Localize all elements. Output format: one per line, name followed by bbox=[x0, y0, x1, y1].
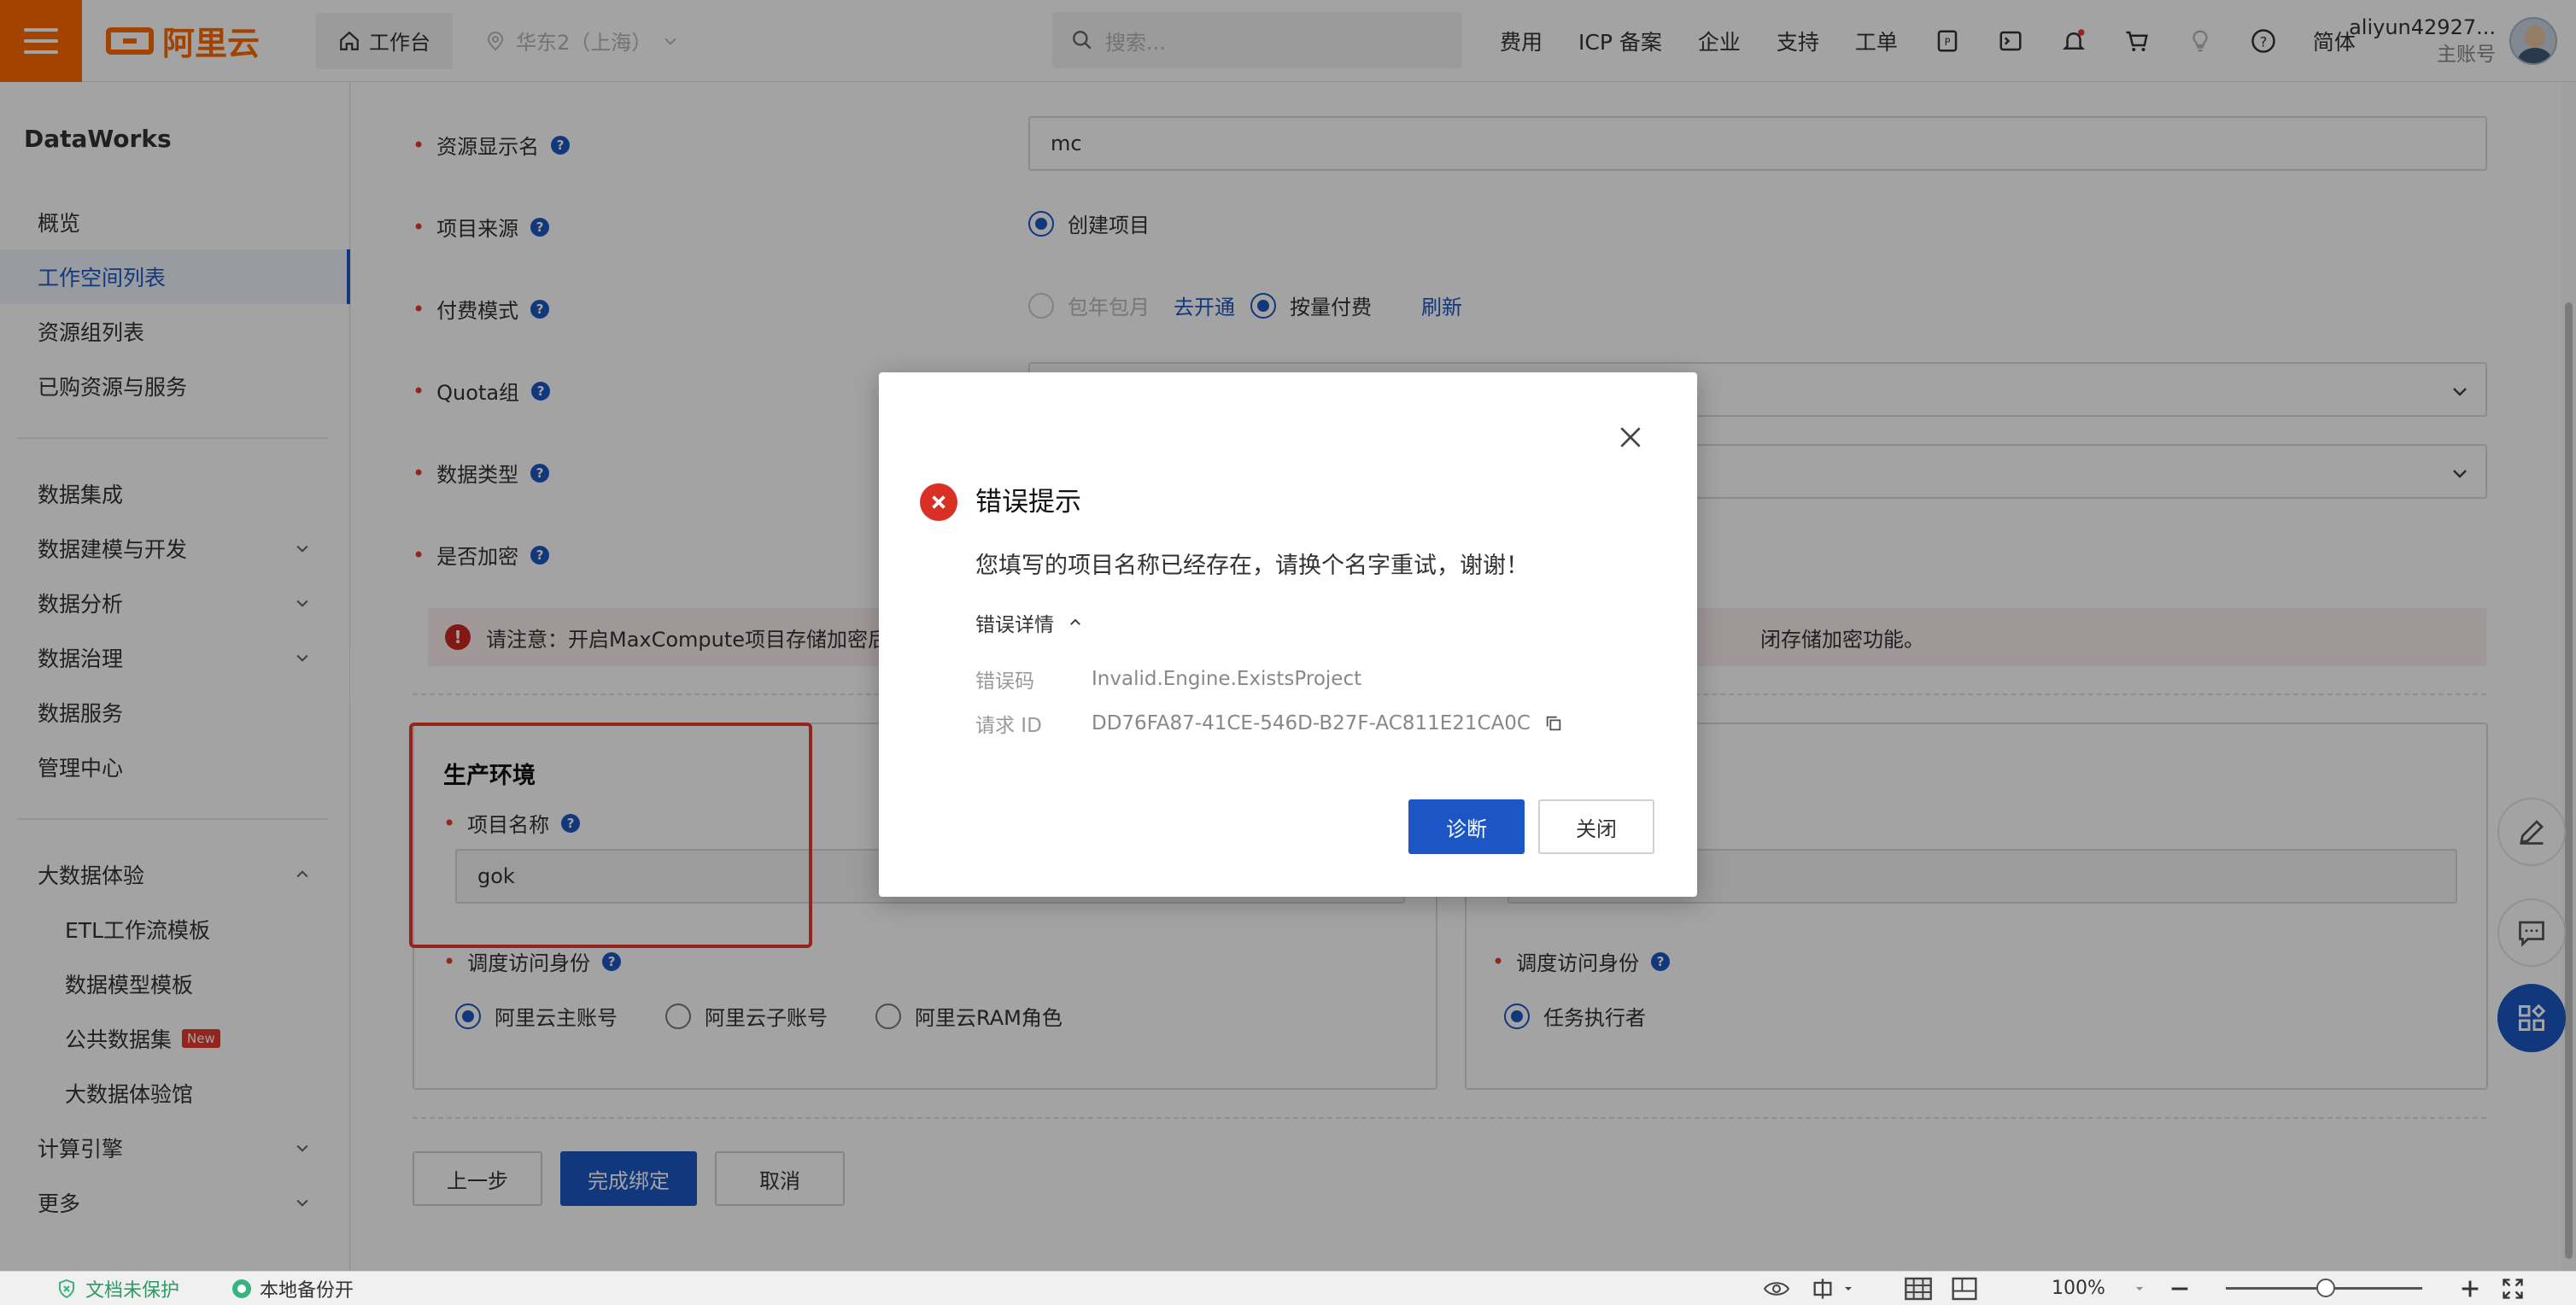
error-detail-toggle[interactable]: 错误详情 bbox=[975, 608, 1083, 637]
backup-status[interactable]: 本地备份开 bbox=[232, 1275, 354, 1302]
error-code-row: 错误码 Invalid.Engine.ExistsProject bbox=[975, 664, 1361, 693]
chevron-up-icon bbox=[1070, 618, 1080, 625]
zoom-slider-knob[interactable] bbox=[2316, 1279, 2335, 1297]
zoom-level[interactable]: 100% bbox=[2052, 1278, 2145, 1299]
error-code-label: 错误码 bbox=[975, 670, 1034, 693]
status-bar: 文档未保护 本地备份开 100% bbox=[0, 1271, 2576, 1305]
dialog-close-text-button[interactable]: 关闭 bbox=[1538, 799, 1654, 854]
dialog-close-button[interactable] bbox=[1613, 420, 1648, 454]
request-id-value: DD76FA87-41CE-546D-B27F-AC811E21CA0C bbox=[1092, 712, 1531, 734]
request-id-row: 请求 ID DD76FA87-41CE-546D-B27F-AC811E21CA… bbox=[975, 709, 1563, 738]
button-label: 诊断 bbox=[1446, 816, 1487, 841]
copy-icon[interactable] bbox=[1544, 714, 1563, 733]
minus-icon bbox=[2171, 1287, 2188, 1290]
expand-icon bbox=[2503, 1278, 2523, 1299]
error-dialog: 错误提示 您填写的项目名称已经存在，请换个名字重试，谢谢！ 错误详情 错误码 I… bbox=[879, 372, 1697, 897]
diagnose-button[interactable]: 诊断 bbox=[1408, 799, 1525, 854]
zoom-out-button[interactable] bbox=[2168, 1277, 2192, 1301]
crosshair-icon bbox=[1813, 1278, 1832, 1299]
doc-protect-label: 文档未保护 bbox=[85, 1279, 180, 1302]
shield-icon bbox=[59, 1279, 74, 1298]
caret-down-icon bbox=[1845, 1286, 1852, 1290]
error-code-value: Invalid.Engine.ExistsProject bbox=[1092, 668, 1362, 690]
backup-label: 本地备份开 bbox=[260, 1279, 354, 1302]
button-label: 关闭 bbox=[1576, 816, 1617, 841]
error-detail-label: 错误详情 bbox=[975, 614, 1054, 636]
plus-icon bbox=[2462, 1280, 2479, 1296]
doc-protection-status[interactable]: 文档未保护 bbox=[56, 1275, 179, 1302]
error-icon bbox=[920, 483, 957, 521]
zoom-in-button[interactable] bbox=[2458, 1277, 2482, 1301]
dialog-title: 错误提示 bbox=[975, 487, 1081, 518]
close-icon bbox=[1620, 427, 1641, 448]
eye-view-button[interactable] bbox=[1763, 1279, 1790, 1299]
fullscreen-button[interactable] bbox=[2501, 1277, 2525, 1301]
layout-toggle-button[interactable] bbox=[1811, 1277, 1853, 1301]
page-layout-icon bbox=[1952, 1277, 1977, 1300]
eye-icon bbox=[1763, 1281, 1790, 1296]
zoom-label: 100% bbox=[2052, 1278, 2105, 1299]
page-view-button[interactable] bbox=[1951, 1277, 1978, 1301]
table-grid-icon bbox=[1905, 1277, 1932, 1300]
backup-on-icon bbox=[232, 1279, 251, 1298]
caret-down-icon bbox=[2135, 1286, 2143, 1290]
dialog-message: 您填写的项目名称已经存在，请换个名字重试，谢谢！ bbox=[975, 553, 1529, 579]
request-id-label: 请求 ID bbox=[975, 715, 1042, 737]
grid-view-button[interactable] bbox=[1905, 1277, 1932, 1301]
